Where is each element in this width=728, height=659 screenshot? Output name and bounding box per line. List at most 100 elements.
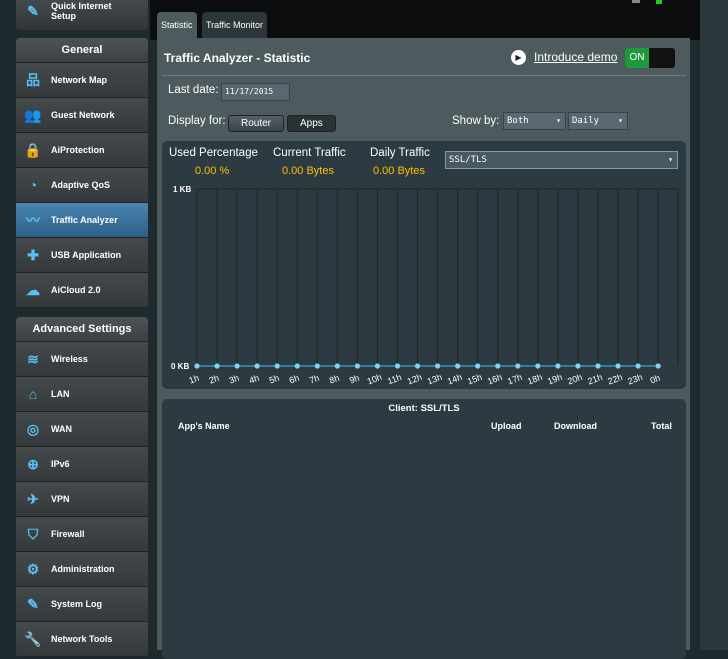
tab-traffic-monitor[interactable]: Traffic Monitor [202,12,268,38]
x-tick-label: 17h [506,372,524,387]
x-tick-label: 12h [406,372,424,387]
toggle-state: ON [625,48,649,68]
data-point[interactable] [314,363,320,369]
sidebar-item-system-log[interactable]: ✎ System Log [16,587,148,622]
data-point[interactable] [515,363,521,369]
shield-icon: ⛉ [27,526,39,542]
data-point[interactable] [575,363,581,369]
data-point[interactable] [194,363,200,369]
data-point[interactable] [394,363,401,369]
sidebar-item-wan[interactable]: ◎ WAN [16,412,148,447]
sidebar-item-label: VPN [51,494,70,504]
log-icon: ✎ [27,596,39,612]
x-tick-label: 10h [366,372,384,387]
home-icon: ⌂ [28,386,38,402]
x-tick-label: 13h [426,372,444,387]
sidebar-item-ipv6[interactable]: ⊕ IPv6 [16,447,148,482]
network-map-icon: 品 [26,72,40,88]
main-panel: Traffic Analyzer - Statistic ▶ Introduce… [157,38,690,659]
data-point[interactable] [334,363,340,369]
sidebar-item-usb-application[interactable]: ✚ USB Application [16,238,148,273]
data-point[interactable] [535,363,541,369]
tools-icon: 🔧 [24,631,42,647]
last-date-input[interactable]: 11/17/2015 [221,83,290,101]
data-point[interactable] [435,363,441,369]
data-point[interactable] [274,363,280,369]
x-tick-label: 23h [626,372,644,387]
data-point[interactable] [555,363,561,369]
ipv6-icon: ⊕ [27,456,39,472]
y-tick-label: 1 KB [173,185,191,194]
advanced-menu: Advanced Settings ≋ Wireless ⌂ LAN ◎ WAN ⊕ IPv6… [16,317,148,657]
divider [162,75,686,76]
qos-gauge-icon: ◔ [28,177,38,193]
tab-statistic[interactable]: Statistic [157,12,197,38]
x-tick-label: 21h [586,372,604,387]
usb-puzzle-icon: ✚ [27,247,39,263]
x-tick-label: 1h [188,373,201,386]
col-download: Download [554,421,597,431]
guest-network-icon: 👥 [24,107,42,123]
data-point[interactable] [414,363,421,369]
x-tick-label: 4h [248,373,261,386]
display-for-label: Display for: [168,115,226,127]
sidebar-item-aicloud-2-0[interactable]: ☁ AiCloud 2.0 [16,273,148,308]
chart-panel: Used Percentage 0.00 % Current Traffic 0… [162,141,686,389]
traffic-analyzer-toggle[interactable]: ON [625,48,675,68]
data-point[interactable] [214,363,220,369]
sidebar-item-network-map[interactable]: 品 Network Map [16,63,148,98]
x-tick-label: 15h [466,372,484,387]
data-point[interactable] [294,363,300,369]
sidebar-item-lan[interactable]: ⌂ LAN [16,377,148,412]
sidebar-item-traffic-analyzer[interactable]: 〰 Traffic Analyzer [16,203,148,238]
period-select[interactable]: Daily [568,112,628,130]
x-tick-label: 0h [649,373,662,386]
quick-internet-setup[interactable]: ✎ Quick Internet Setup [16,0,148,30]
sidebar-item-vpn[interactable]: ✈ VPN [16,482,148,517]
data-point[interactable] [615,363,621,369]
sidebar-item-administration[interactable]: ⚙ Administration [16,552,148,587]
show-by-label: Show by: [452,115,500,127]
sidebar-item-label: Administration [51,564,115,574]
sidebar-item-label: AiCloud 2.0 [51,285,101,295]
introduce-demo-link[interactable]: Introduce demo [534,50,617,64]
play-icon[interactable]: ▶ [511,50,526,65]
data-point[interactable] [475,363,481,369]
x-tick-label: 6h [288,373,301,386]
sidebar-item-firewall[interactable]: ⛉ Firewall [16,517,148,552]
x-tick-label: 11h [386,372,403,386]
data-point[interactable] [455,363,461,369]
last-date-label: Last date: [168,84,219,96]
data-point[interactable] [374,363,381,369]
data-point[interactable] [495,363,501,369]
status-icon [632,0,640,3]
sidebar-item-network-tools[interactable]: 🔧 Network Tools [16,622,148,657]
sidebar-item-label: Network Tools [51,634,113,644]
sidebar-item-label: System Log [51,599,103,609]
general-header: General [16,38,148,63]
show-by-select[interactable]: Both [503,112,566,130]
sidebar-item-label: Guest Network [51,110,115,120]
aiprotection-icon: 🔒 [24,142,42,158]
x-tick-label: 22h [606,372,624,387]
sidebar-item-guest-network[interactable]: 👥 Guest Network [16,98,148,133]
data-point[interactable] [635,363,641,369]
quick-setup-label: Quick Internet Setup [51,1,112,21]
data-point[interactable] [354,363,360,369]
data-point[interactable] [254,363,260,369]
background [700,0,728,650]
data-point[interactable] [234,363,240,369]
sidebar-item-adaptive-qos[interactable]: ◔ Adaptive QoS [16,168,148,203]
data-point[interactable] [595,363,601,369]
sidebar-item-aiprotection[interactable]: 🔒 AiProtection [16,133,148,168]
col-upload: Upload [491,421,522,431]
sidebar-item-wireless[interactable]: ≋ Wireless [16,342,148,377]
x-tick-label: 16h [486,372,504,387]
sidebar-item-label: USB Application [51,250,122,260]
data-point[interactable] [655,363,661,369]
x-tick-label: 20h [566,372,584,387]
router-button[interactable]: Router [228,115,285,132]
apps-button[interactable]: Apps [287,115,336,132]
traffic-chart: 1 KB 0 KB 1h 2h 3h 4h 5h 6h 7h 8h 9h 10h 11h 12h 13h 14… [171,185,679,387]
table-title: Client: SSL/TLS [388,403,460,414]
